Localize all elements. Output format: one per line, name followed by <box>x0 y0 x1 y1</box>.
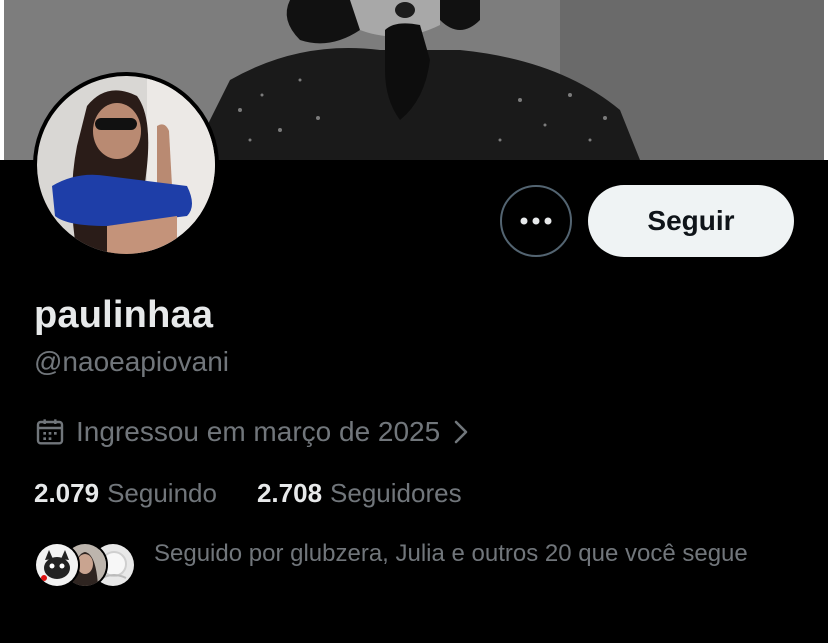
followers-label: Seguidores <box>330 478 462 508</box>
chevron-right-icon <box>454 420 468 444</box>
join-date[interactable]: Ingressou em março de 2025 <box>34 412 472 452</box>
avatar-photo <box>37 76 215 254</box>
following-count: 2.079 <box>34 478 100 508</box>
followers-you-know-text: Seguido por glubzera, Julia e outros 20 … <box>154 540 748 567</box>
profile-stats: 2.079 Seguindo 2.708 Seguidores <box>34 478 462 509</box>
avatar[interactable] <box>33 72 219 258</box>
mutual-avatars <box>34 538 136 588</box>
following-label: Seguindo <box>107 478 217 508</box>
more-horizontal-icon <box>520 217 552 225</box>
display-name: paulinhaa <box>34 294 214 336</box>
followers-you-know[interactable]: Seguido por glubzera, Julia e outros 20 … <box>34 538 794 588</box>
user-handle: @naoeapiovani <box>34 346 230 377</box>
follow-button[interactable]: Seguir <box>588 185 794 257</box>
join-date-text: Ingressou em março de 2025 <box>76 416 441 447</box>
followers-count: 2.708 <box>256 478 323 508</box>
calendar-icon <box>36 419 64 445</box>
followers-stat[interactable]: 2.708 Seguidores <box>257 478 462 509</box>
following-stat[interactable]: 2.079 Seguindo <box>34 478 217 509</box>
mutual-avatar <box>34 542 80 588</box>
more-options-button[interactable] <box>500 185 572 257</box>
